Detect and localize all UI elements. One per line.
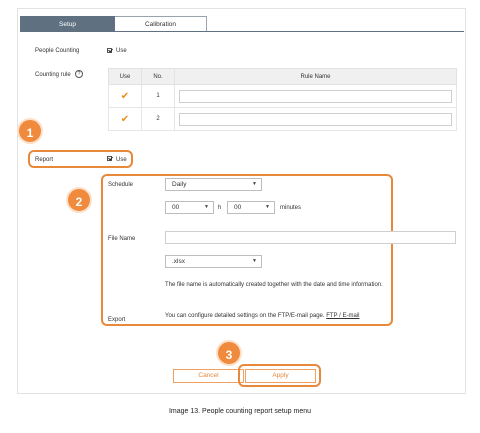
chevron-down-icon: ▼ xyxy=(204,204,209,210)
schedule-period-select[interactable]: Daily ▼ xyxy=(165,178,262,191)
rule-name-input[interactable] xyxy=(179,112,452,126)
tab-setup[interactable]: Setup xyxy=(20,16,115,32)
rule-name-cell xyxy=(174,84,457,108)
rule-number: 2 xyxy=(141,107,175,131)
chevron-down-icon: ▼ xyxy=(252,258,257,264)
callout-1: 1 xyxy=(17,118,43,144)
schedule-hour-select[interactable]: 00 ▼ xyxy=(165,201,214,214)
file-name-note: The file name is automatically created t… xyxy=(165,282,383,288)
chevron-down-icon: ▼ xyxy=(252,181,257,187)
check-icon[interactable]: ✔ xyxy=(121,114,129,125)
figure-caption: Image 13. People counting report setup m… xyxy=(168,408,312,415)
rule-use-cell[interactable]: ✔ xyxy=(108,107,142,131)
apply-button[interactable]: Apply xyxy=(245,369,316,383)
check-icon[interactable]: ✔ xyxy=(121,91,129,102)
cancel-button[interactable]: Cancel xyxy=(173,369,244,383)
counting-rule-label: Counting rule xyxy=(35,72,71,78)
schedule-period-value: Daily xyxy=(172,181,187,188)
rule-number: 1 xyxy=(141,84,175,108)
rule-name-input[interactable] xyxy=(179,89,452,103)
chevron-down-icon: ▼ xyxy=(265,204,270,210)
column-header-no: No. xyxy=(141,68,175,85)
people-counting-checkbox[interactable] xyxy=(107,48,112,53)
ftp-email-link[interactable]: FTP / E-mail xyxy=(326,313,359,319)
rule-use-cell[interactable]: ✔ xyxy=(108,84,142,108)
counting-rule-table: Use No. Rule Name ✔ 1 ✔ 2 xyxy=(108,68,457,131)
tab-underline xyxy=(20,31,464,32)
people-counting-use-label: Use xyxy=(116,48,127,54)
schedule-minute-value: 00 xyxy=(234,204,242,211)
report-label: Report xyxy=(35,157,54,163)
file-extension-select[interactable]: .xlsx ▼ xyxy=(165,255,262,268)
report-use-label: Use xyxy=(116,157,127,163)
column-header-rule-name: Rule Name xyxy=(174,68,457,85)
callout-2: 2 xyxy=(66,187,92,213)
rule-name-cell xyxy=(174,107,457,131)
report-settings-highlight xyxy=(101,174,393,326)
schedule-hour-value: 00 xyxy=(172,204,180,211)
export-note: You can configure detailed settings on t… xyxy=(165,313,325,319)
hour-unit-label: h xyxy=(218,205,222,211)
minute-unit-label: minutes xyxy=(280,205,302,211)
export-note-line: You can configure detailed settings on t… xyxy=(165,313,359,319)
export-label: Export xyxy=(108,317,126,323)
file-name-label: File Name xyxy=(108,236,136,242)
file-name-input[interactable] xyxy=(165,231,456,244)
people-counting-label: People Counting xyxy=(35,48,80,54)
tab-calibration[interactable]: Calibration xyxy=(115,16,207,32)
file-extension-value: .xlsx xyxy=(172,258,185,265)
question-icon[interactable]: ? xyxy=(75,70,83,78)
table-row: ✔ 2 xyxy=(108,107,457,131)
schedule-minute-select[interactable]: 00 ▼ xyxy=(227,201,275,214)
callout-3: 3 xyxy=(216,340,242,366)
schedule-label: Schedule xyxy=(108,182,134,188)
report-checkbox[interactable] xyxy=(107,156,112,161)
table-row: ✔ 1 xyxy=(108,84,457,108)
column-header-use: Use xyxy=(108,68,142,85)
